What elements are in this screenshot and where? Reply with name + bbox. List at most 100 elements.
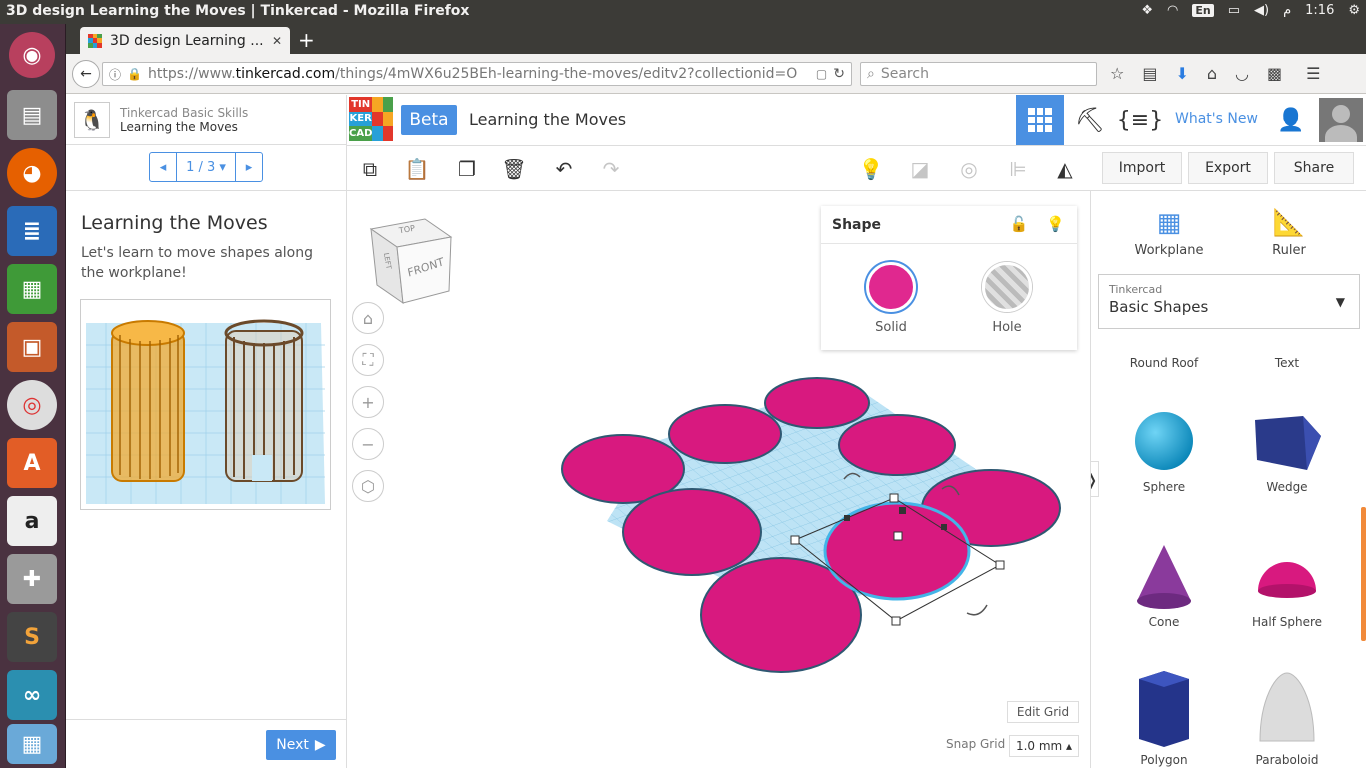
perspective-toggle-button[interactable]: ⬡ — [352, 470, 384, 502]
hole-swatch[interactable] — [982, 262, 1032, 312]
delete-button[interactable]: 🗑 — [499, 154, 529, 184]
downloads-icon[interactable]: ⬇ — [1175, 64, 1188, 83]
resize-handle[interactable] — [790, 535, 800, 545]
lightbulb-icon[interactable]: 💡 — [1046, 215, 1065, 233]
sublime-text-icon[interactable]: S — [7, 612, 57, 662]
export-button[interactable]: Export — [1188, 152, 1268, 184]
clock[interactable]: 1:16 — [1305, 3, 1334, 18]
zoom-out-button[interactable]: − — [352, 428, 384, 460]
next-page-button[interactable]: ▸ — [236, 153, 262, 181]
library-item-sphere[interactable]: Sphere — [1104, 406, 1224, 494]
height-handle[interactable] — [899, 507, 906, 514]
wifi-icon[interactable]: ◠ — [1167, 3, 1178, 18]
redo-button[interactable]: ↷ — [596, 154, 626, 184]
next-button[interactable]: Next ▶ — [266, 730, 336, 760]
snap-grid-select[interactable]: 1.0 mm ▴ — [1009, 735, 1079, 757]
pocket-icon[interactable]: ◡ — [1235, 64, 1249, 83]
previous-page-button[interactable]: ◂ — [150, 153, 176, 181]
whats-new-link[interactable]: What's New — [1175, 111, 1258, 127]
group-button[interactable]: ◪ — [905, 154, 935, 184]
avatar[interactable] — [1319, 98, 1363, 142]
align-button[interactable]: ⊫ — [1003, 154, 1033, 184]
workspace-switcher-icon[interactable]: ▦ — [7, 724, 57, 764]
hole-option[interactable]: Hole — [977, 262, 1037, 335]
minecraft-view-button[interactable]: ⛏ — [1066, 95, 1114, 145]
battery-icon[interactable]: ▭ — [1228, 3, 1240, 18]
library-scrollbar[interactable] — [1361, 507, 1366, 641]
menu-hamburger-icon[interactable]: ☰ — [1306, 64, 1320, 83]
extension-icon[interactable]: ▩ — [1267, 64, 1282, 83]
workplane-tool[interactable]: ▦ Workplane — [1124, 203, 1214, 258]
writer-icon[interactable]: ≣ — [7, 206, 57, 256]
edit-grid-button[interactable]: Edit Grid — [1007, 701, 1079, 723]
rotate-handle[interactable] — [966, 604, 988, 616]
dropbox-icon[interactable]: ❖ — [1141, 3, 1153, 18]
close-tab-icon[interactable]: ✕ — [272, 34, 282, 48]
codeblocks-view-button[interactable]: {≡} — [1116, 95, 1164, 145]
handle[interactable] — [844, 515, 850, 521]
calc-icon[interactable]: ▦ — [7, 264, 57, 314]
resize-handle[interactable] — [891, 616, 901, 626]
back-button[interactable]: ← — [72, 60, 100, 88]
solid-color-swatch[interactable] — [866, 262, 916, 312]
ubuntu-dash-icon[interactable]: ◉ — [9, 32, 55, 78]
fit-view-button[interactable]: ⛶ — [352, 344, 384, 376]
keyboard-layout-indicator[interactable]: En — [1192, 4, 1214, 17]
page-selector[interactable]: 1 / 3 ▾ — [176, 153, 236, 181]
impress-icon[interactable]: ▣ — [7, 322, 57, 372]
url-bar[interactable]: ⓘ 🔒 https://www.tinkercad.com/things/4mW… — [102, 62, 852, 86]
library-item-paraboloid[interactable]: Paraboloid — [1227, 669, 1347, 767]
mirror-button[interactable]: ◭ — [1050, 154, 1080, 184]
handle[interactable] — [941, 524, 947, 530]
solid-option[interactable]: Solid — [861, 262, 921, 335]
3d-viewport[interactable]: TOP FRONT LEFT ⌂ ⛶ + − ⬡ Shape 🔓 💡 Solid… — [347, 191, 1090, 768]
disc-shape[interactable] — [838, 414, 956, 476]
settings-gear-icon[interactable]: ⚙ — [1348, 3, 1360, 18]
shape-category-select[interactable]: Tinkercad Basic Shapes ▼ — [1098, 274, 1360, 329]
design-title[interactable]: Learning the Moves — [469, 110, 626, 129]
library-item-wedge[interactable]: Wedge — [1227, 406, 1347, 494]
browser-tab[interactable]: 3D design Learning ... ✕ — [80, 27, 290, 54]
chrome-icon[interactable]: ◎ — [7, 380, 57, 430]
reader-view-icon[interactable]: ▢ — [816, 67, 827, 81]
search-bar[interactable]: ⌕ Search — [860, 62, 1097, 86]
new-tab-icon[interactable]: + — [298, 28, 315, 52]
home-icon[interactable]: ⌂ — [1207, 64, 1217, 83]
tinkercad-logo[interactable]: TIN KER CAD — [349, 97, 393, 141]
hint-button[interactable]: 💡 — [856, 154, 886, 184]
duplicate-button[interactable]: ❐ — [452, 154, 482, 184]
volume-icon[interactable]: ◀) — [1254, 3, 1269, 18]
library-item-half-sphere[interactable]: Half Sphere — [1227, 541, 1347, 629]
disc-shape[interactable] — [622, 488, 762, 576]
unlock-icon[interactable]: 🔓 — [1010, 215, 1029, 233]
paste-button[interactable]: 📋 — [402, 154, 432, 184]
system-settings-icon[interactable]: ✚ — [7, 554, 57, 604]
ungroup-button[interactable]: ◎ — [954, 154, 984, 184]
library-item-polygon[interactable]: Polygon — [1104, 669, 1224, 767]
3d-design-view-button[interactable] — [1016, 95, 1064, 145]
bookmarks-list-icon[interactable]: ▤ — [1142, 64, 1157, 83]
library-item-text[interactable]: Text — [1227, 356, 1347, 370]
software-center-icon[interactable]: A — [7, 438, 57, 488]
ruler-tool[interactable]: 📐 Ruler — [1244, 203, 1334, 258]
disc-shape[interactable] — [764, 377, 870, 429]
bookmark-star-icon[interactable]: ☆ — [1110, 64, 1124, 83]
library-item-round-roof[interactable]: Round Roof — [1104, 356, 1224, 370]
resize-handle[interactable] — [889, 493, 899, 503]
copy-button[interactable]: ⧉ — [355, 154, 385, 184]
add-user-button[interactable]: 👤 — [1267, 95, 1315, 145]
library-item-cone[interactable]: Cone — [1104, 541, 1224, 629]
resize-handle[interactable] — [893, 531, 903, 541]
reload-icon[interactable]: ↻ — [833, 66, 845, 82]
undo-button[interactable]: ↶ — [549, 154, 579, 184]
amazon-icon[interactable]: a — [7, 496, 57, 546]
disc-shape[interactable] — [668, 404, 782, 464]
collapse-panel-button[interactable]: ❭ — [1091, 461, 1099, 497]
file-manager-icon[interactable]: ▤ — [7, 90, 57, 140]
info-icon[interactable]: ⓘ — [109, 66, 121, 83]
arduino-icon[interactable]: ∞ — [7, 670, 57, 720]
import-button[interactable]: Import — [1102, 152, 1182, 184]
zoom-in-button[interactable]: + — [352, 386, 384, 418]
home-view-button[interactable]: ⌂ — [352, 302, 384, 334]
share-button[interactable]: Share — [1274, 152, 1354, 184]
